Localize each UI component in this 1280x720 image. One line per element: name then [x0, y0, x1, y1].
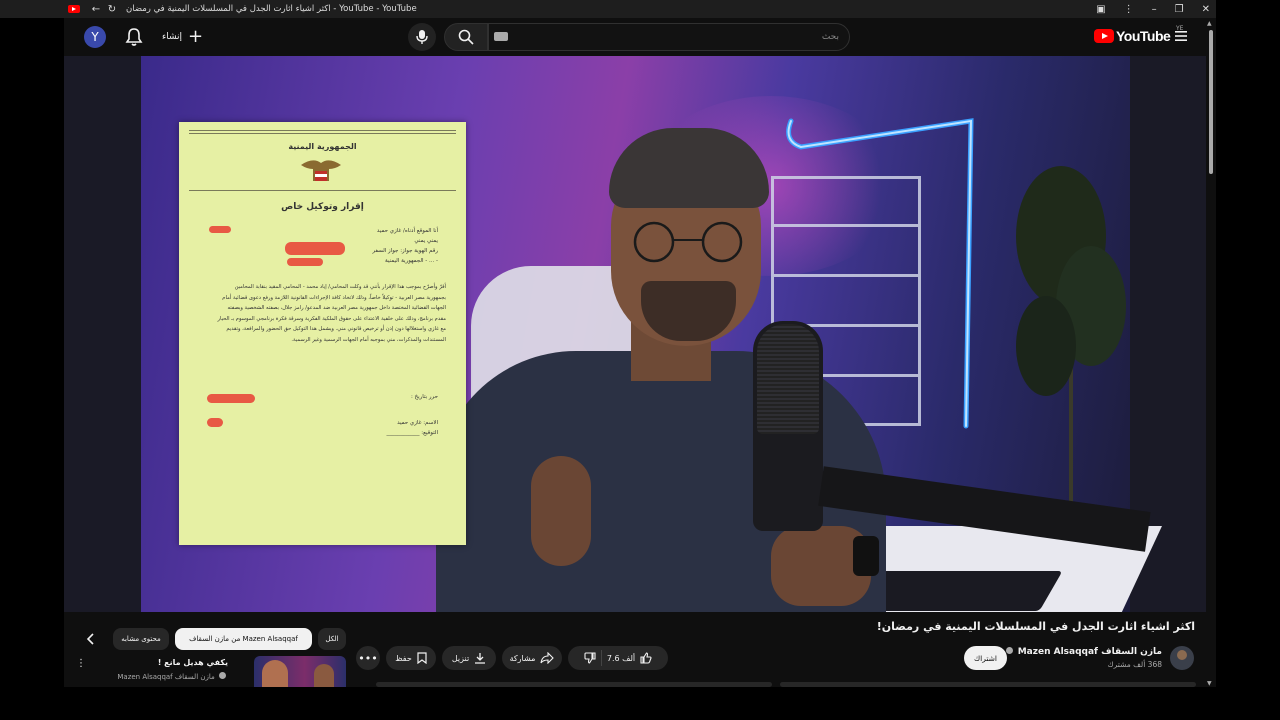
- youtube-logo[interactable]: YouTube YE: [1094, 25, 1183, 44]
- account-avatar[interactable]: Y: [84, 26, 106, 48]
- like-count: 7.6 ألف: [606, 653, 636, 663]
- comments-box-edge: [780, 682, 1196, 687]
- like-icon[interactable]: [640, 652, 652, 664]
- channel-name[interactable]: مازن السقاف Mazen Alsaqqaf: [1005, 647, 1162, 657]
- redaction: [287, 258, 323, 266]
- hand-left: [531, 456, 591, 566]
- document-republic: الجمهورية اليمنية: [288, 142, 357, 151]
- minimize-icon[interactable]: –: [1152, 4, 1157, 15]
- hamburger-menu-icon[interactable]: [1174, 29, 1188, 43]
- share-button[interactable]: مشاركة: [502, 646, 562, 670]
- document-heading: إقرار وتوكيل خاص: [281, 202, 364, 212]
- recommendation-title[interactable]: يكفي هديل مانع !: [120, 658, 228, 667]
- search-button[interactable]: [444, 23, 488, 51]
- recommendation-channel-text: مازن السقاف Mazen Alsaqqaf: [117, 673, 215, 681]
- voice-search-button[interactable]: [408, 23, 436, 51]
- doc-line: أنا الموقع أدناه/ غازي حميد: [376, 228, 438, 234]
- plus-icon: +: [188, 26, 204, 47]
- search-icon: [458, 29, 474, 45]
- download-label: تنزيل: [451, 653, 470, 663]
- document-overlay: الجمهورية اليمنية إقرار وتوكيل خاص أنا ا…: [179, 122, 466, 545]
- below-video-panel: اكثر اشياء اثارت الجدل في المسلسلات اليم…: [64, 612, 1206, 687]
- doc-signature-line: التوقيع: ____________: [386, 430, 438, 436]
- thumbnail-face: [262, 660, 288, 687]
- close-icon[interactable]: ✕: [1202, 4, 1210, 15]
- redaction: [209, 226, 231, 233]
- download-icon: [475, 653, 486, 664]
- verified-badge-icon: [1005, 647, 1013, 654]
- scrollbar-thumb[interactable]: [1209, 30, 1213, 174]
- channel-name-text: مازن السقاف Mazen Alsaqqaf: [1017, 647, 1162, 657]
- search-input[interactable]: [488, 23, 850, 51]
- chip-from-channel[interactable]: من مازن السقاف Mazen Alsaqqaf: [175, 628, 312, 650]
- glasses: [633, 221, 743, 263]
- redaction: [285, 242, 345, 255]
- microphone-icon: [416, 30, 428, 44]
- keyboard-icon[interactable]: [494, 32, 508, 41]
- doc-name-line: الاسم: غازي حميد: [397, 420, 438, 426]
- plant: [1016, 166, 1126, 546]
- youtube-play-icon: [1094, 29, 1114, 43]
- share-icon: [540, 652, 555, 664]
- document-signature: الاسم: غازي حميد التوقيع: ____________: [386, 418, 438, 438]
- window-titlebar: ← ↻ اكثر اشياء اثارت الجدل في المسلسلات …: [0, 0, 1216, 18]
- reload-icon[interactable]: ↻: [104, 4, 120, 15]
- video-title: اكثر اشياء اثارت الجدل في المسلسلات اليم…: [876, 620, 1195, 633]
- like-dislike-group: 7.6 ألف: [568, 646, 668, 670]
- eagle-emblem-icon: [301, 160, 341, 181]
- save-button[interactable]: حفظ: [386, 646, 436, 670]
- restore-icon[interactable]: ❐: [1175, 4, 1184, 15]
- scroll-up-icon[interactable]: ▲: [1207, 20, 1212, 27]
- create-button[interactable]: إنشاء +: [162, 27, 203, 47]
- chevron-left-icon[interactable]: [84, 632, 98, 646]
- chip-similar[interactable]: محتوى مشابه: [113, 628, 169, 650]
- recommendation-channel: مازن السقاف Mazen Alsaqqaf: [117, 672, 228, 681]
- back-icon[interactable]: ←: [88, 4, 104, 15]
- document-paragraph: أقرّ وأصرّح بموجب هذا الإقرار بأنني قد و…: [217, 284, 447, 343]
- youtube-topbar: Y إنشاء + YouTube YE: [64, 18, 1216, 56]
- chip-all[interactable]: الكل: [318, 628, 346, 650]
- pill-divider: [600, 650, 602, 666]
- channel-avatar[interactable]: [1170, 646, 1194, 670]
- dislike-icon[interactable]: [584, 652, 596, 664]
- window-title: اكثر اشياء اثارت الجدل في المسلسلات اليم…: [126, 4, 417, 14]
- more-vert-icon[interactable]: ⋮: [1124, 4, 1134, 15]
- scroll-down-icon[interactable]: ▼: [1207, 680, 1212, 687]
- subscribe-button[interactable]: اشتراك: [964, 646, 1007, 670]
- more-vert-icon[interactable]: ⋮: [76, 658, 86, 672]
- doc-line: - ... - الجمهورية اليمنية: [385, 258, 438, 264]
- redaction: [207, 418, 223, 427]
- description-box-edge: [376, 682, 772, 687]
- redaction: [207, 394, 255, 403]
- youtube-favicon-icon: [68, 5, 80, 13]
- extensions-icon[interactable]: ▣: [1096, 4, 1105, 15]
- thumbnail-face: [314, 664, 334, 687]
- document-date-label: حرر بتاريخ :: [410, 394, 438, 400]
- video-player[interactable]: الجمهورية اليمنية إقرار وتوكيل خاص أنا ا…: [64, 56, 1206, 612]
- logo-text: YouTube: [1116, 28, 1171, 44]
- microphone-grille: [757, 324, 819, 434]
- wrist-watch: [853, 536, 879, 576]
- save-label: حفظ: [395, 653, 412, 663]
- more-actions-button[interactable]: •••: [356, 646, 380, 670]
- page-scrollbar[interactable]: ▲ ▼: [1206, 18, 1216, 687]
- share-label: مشاركة: [509, 653, 536, 663]
- notifications-bell-icon[interactable]: [124, 26, 144, 48]
- download-button[interactable]: تنزيل: [442, 646, 496, 670]
- subscriber-count: 368 ألف مشترك: [1107, 660, 1162, 669]
- window-controls: ▣ ⋮ – ❐ ✕: [1096, 0, 1210, 18]
- recommendation-thumbnail[interactable]: [254, 656, 346, 687]
- create-label: إنشاء: [162, 32, 183, 42]
- bookmark-icon: [417, 652, 427, 664]
- verified-badge-icon: [219, 672, 226, 679]
